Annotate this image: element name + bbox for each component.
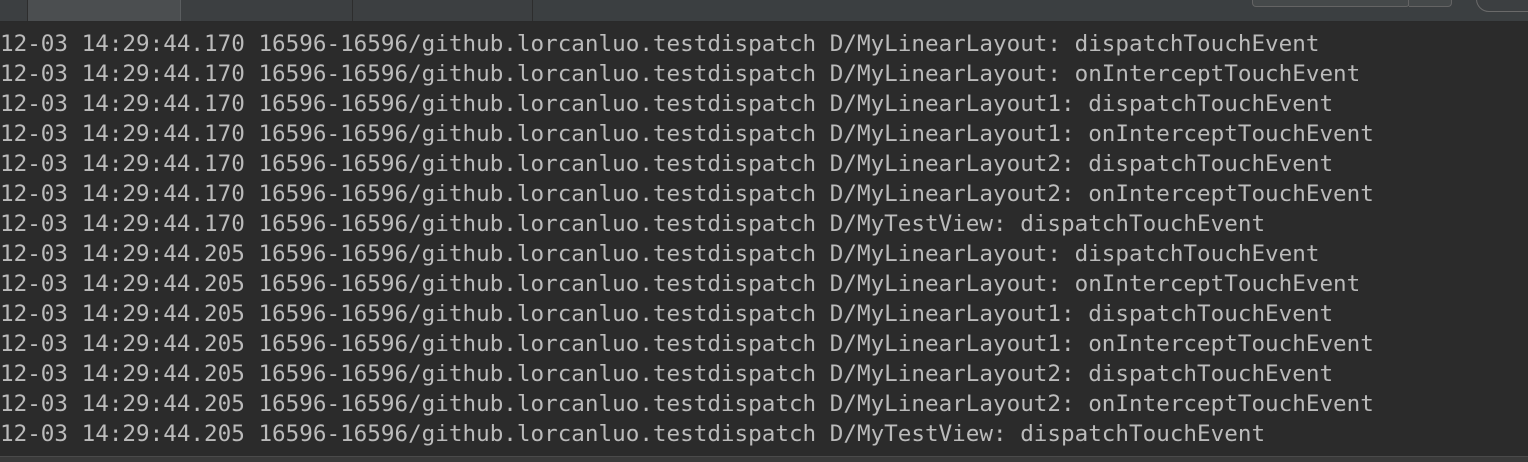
logcat-output[interactable]: 12-03 14:29:44.170 16596-16596/github.lo…	[0, 29, 1528, 455]
tab-bar	[0, 0, 1528, 22]
filter-dropdown[interactable]	[1409, 0, 1452, 7]
log-line: 12-03 14:29:44.170 16596-16596/github.lo…	[0, 211, 1266, 237]
log-line: 12-03 14:29:44.205 16596-16596/github.lo…	[0, 361, 1334, 387]
tab-3[interactable]	[181, 0, 353, 21]
log-line: 12-03 14:29:44.170 16596-16596/github.lo…	[0, 151, 1334, 177]
log-line: 12-03 14:29:44.205 16596-16596/github.lo…	[0, 301, 1334, 327]
options-button[interactable]	[1476, 0, 1528, 12]
logcat-window: 12-03 14:29:44.170 16596-16596/github.lo…	[0, 0, 1528, 462]
log-line: 12-03 14:29:44.205 16596-16596/github.lo…	[0, 391, 1374, 417]
log-line: 12-03 14:29:44.170 16596-16596/github.lo…	[0, 121, 1374, 147]
log-line: 12-03 14:29:44.205 16596-16596/github.lo…	[0, 421, 1266, 447]
log-line: 12-03 14:29:44.205 16596-16596/github.lo…	[0, 241, 1320, 267]
horizontal-scrollbar[interactable]	[0, 456, 1528, 462]
tab-1[interactable]	[0, 0, 28, 21]
log-line: 12-03 14:29:44.205 16596-16596/github.lo…	[0, 331, 1374, 357]
log-line: 12-03 14:29:44.170 16596-16596/github.lo…	[0, 31, 1320, 57]
log-line: 12-03 14:29:44.170 16596-16596/github.lo…	[0, 181, 1374, 207]
log-line: 12-03 14:29:44.205 16596-16596/github.lo…	[0, 271, 1361, 297]
tab-2-active[interactable]	[28, 0, 181, 21]
log-line: 12-03 14:29:44.170 16596-16596/github.lo…	[0, 91, 1334, 117]
tab-4[interactable]	[353, 0, 533, 21]
log-line: 12-03 14:29:44.170 16596-16596/github.lo…	[0, 61, 1361, 87]
filter-field[interactable]	[1252, 0, 1410, 7]
